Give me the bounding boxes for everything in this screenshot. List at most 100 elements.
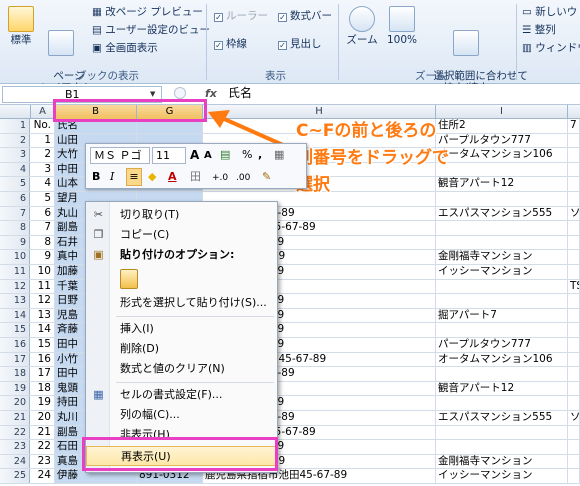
- row-header[interactable]: 1: [0, 119, 30, 133]
- row-header[interactable]: 11: [0, 265, 30, 279]
- cell-j[interactable]: [568, 425, 580, 440]
- cell-i[interactable]: パープルタウン777: [436, 133, 568, 148]
- cell-j[interactable]: [568, 396, 580, 410]
- cell-i[interactable]: 観音アパート12: [436, 177, 568, 191]
- cell-a[interactable]: 11: [31, 279, 55, 294]
- font-size-box[interactable]: 11: [152, 147, 186, 164]
- column-header-a[interactable]: A: [31, 105, 55, 119]
- cell-i[interactable]: 住所2: [436, 119, 568, 133]
- cell-j[interactable]: [568, 162, 580, 177]
- zoom-button[interactable]: ズーム: [344, 6, 380, 46]
- cell-a[interactable]: 4: [31, 177, 55, 191]
- cell-i[interactable]: 掘アパート7: [436, 308, 568, 323]
- cell-i[interactable]: [436, 192, 568, 206]
- borders-button[interactable]: 田: [190, 169, 201, 185]
- cell-a[interactable]: 7: [31, 221, 55, 235]
- font-color-button[interactable]: A: [168, 169, 177, 185]
- italic-button[interactable]: I: [110, 169, 114, 185]
- row-header[interactable]: 7: [0, 206, 30, 221]
- cell-a[interactable]: 23: [31, 454, 55, 469]
- formula-input[interactable]: 氏名: [228, 85, 252, 102]
- brush-icon[interactable]: ✎: [262, 169, 271, 185]
- cell-j[interactable]: ソ: [568, 411, 580, 425]
- cell-i[interactable]: [436, 425, 568, 440]
- cell-j[interactable]: [568, 221, 580, 235]
- decrease-decimal-button[interactable]: .00: [236, 170, 250, 186]
- row-header[interactable]: 6: [0, 192, 30, 206]
- paste-icon[interactable]: [120, 269, 138, 289]
- align-center-button[interactable]: ≡: [126, 168, 142, 186]
- cell-j[interactable]: 7: [568, 119, 580, 133]
- cell-j[interactable]: [568, 294, 580, 308]
- bold-button[interactable]: B: [92, 169, 100, 185]
- cell-i[interactable]: 金剛福寺マンション: [436, 250, 568, 264]
- cell-j[interactable]: [568, 250, 580, 264]
- row-header[interactable]: 4: [0, 162, 30, 177]
- cell-i[interactable]: オータムマンション106: [436, 352, 568, 367]
- cell-i[interactable]: イッシーマンション: [436, 265, 568, 279]
- cell-j[interactable]: TS: [568, 279, 580, 294]
- new-window-button[interactable]: ▭ 新しいウ: [522, 6, 577, 18]
- gridlines-checkbox[interactable]: ✓ 枠線: [214, 38, 247, 50]
- row-header[interactable]: 15: [0, 323, 30, 337]
- menu-item-column-width[interactable]: 列の幅(C)...: [86, 405, 277, 425]
- menu-item-cut[interactable]: ✂ 切り取り(T): [86, 205, 277, 225]
- cell-i[interactable]: [436, 323, 568, 337]
- row-header[interactable]: 22: [0, 425, 30, 440]
- column-header-j[interactable]: [568, 105, 580, 119]
- zoom-100-button[interactable]: 100%: [384, 6, 420, 46]
- cell-i[interactable]: [436, 162, 568, 177]
- cell-j[interactable]: [568, 148, 580, 162]
- cell-a[interactable]: 16: [31, 352, 55, 367]
- headings-checkbox[interactable]: ✓ 見出し: [278, 38, 322, 50]
- cell-i[interactable]: 金剛福寺マンション: [436, 454, 568, 469]
- cell-a[interactable]: 2: [31, 148, 55, 162]
- cell-a[interactable]: 21: [31, 425, 55, 440]
- row-header[interactable]: 23: [0, 440, 30, 454]
- name-box-dropdown-icon[interactable]: ▼: [150, 90, 155, 98]
- cell-a[interactable]: 22: [31, 440, 55, 454]
- row-header[interactable]: 10: [0, 250, 30, 264]
- cell-a[interactable]: 6: [31, 206, 55, 221]
- cell-a[interactable]: 5: [31, 192, 55, 206]
- full-screen-button[interactable]: ▣ 全画面表示: [92, 42, 158, 54]
- cell-a[interactable]: No.: [31, 119, 55, 133]
- cell-a[interactable]: 15: [31, 338, 55, 352]
- row-header[interactable]: 21: [0, 411, 30, 425]
- cell-j[interactable]: [568, 469, 580, 483]
- font-name-box[interactable]: ＭＳ Ｐゴ: [90, 147, 150, 164]
- cell-a[interactable]: 18: [31, 381, 55, 396]
- cell-a[interactable]: 1: [31, 133, 55, 148]
- cell-j[interactable]: [568, 177, 580, 191]
- cell-i[interactable]: エスパスマンション555: [436, 206, 568, 221]
- row-header[interactable]: 13: [0, 294, 30, 308]
- cell-j[interactable]: [568, 323, 580, 337]
- arrange-button[interactable]: ☰ 整列: [522, 24, 556, 36]
- cell-j[interactable]: [568, 133, 580, 148]
- menu-item-format-cells[interactable]: ▦ セルの書式設定(F)...: [86, 385, 277, 405]
- cell-j[interactable]: [568, 338, 580, 352]
- cell-j[interactable]: [568, 440, 580, 454]
- format-painter-icon[interactable]: ▦: [274, 147, 284, 163]
- cell-j[interactable]: [568, 352, 580, 367]
- row-header[interactable]: 17: [0, 352, 30, 367]
- cell-j[interactable]: [568, 308, 580, 323]
- cell-j[interactable]: [568, 235, 580, 250]
- menu-item-delete[interactable]: 削除(D): [86, 339, 277, 359]
- formula-bar-checkbox[interactable]: ✓ 数式バー: [278, 10, 332, 22]
- cell-i[interactable]: [436, 396, 568, 410]
- ruler-checkbox[interactable]: ✓ ルーラー: [214, 10, 268, 22]
- cell-i[interactable]: [436, 440, 568, 454]
- cell-i[interactable]: [436, 294, 568, 308]
- cell-j[interactable]: [568, 192, 580, 206]
- fill-color-button[interactable]: ◆: [148, 169, 156, 185]
- cell-i[interactable]: イッシーマンション: [436, 469, 568, 483]
- custom-views-button[interactable]: ▤ ユーザー設定のビュー: [92, 24, 210, 36]
- row-header[interactable]: 2: [0, 133, 30, 148]
- cell-i[interactable]: エスパスマンション555: [436, 411, 568, 425]
- row-header[interactable]: 18: [0, 367, 30, 381]
- cell-i[interactable]: [436, 235, 568, 250]
- row-header[interactable]: 3: [0, 148, 30, 162]
- column-header-i[interactable]: I: [436, 105, 568, 119]
- cell-i[interactable]: 観音アパート12: [436, 381, 568, 396]
